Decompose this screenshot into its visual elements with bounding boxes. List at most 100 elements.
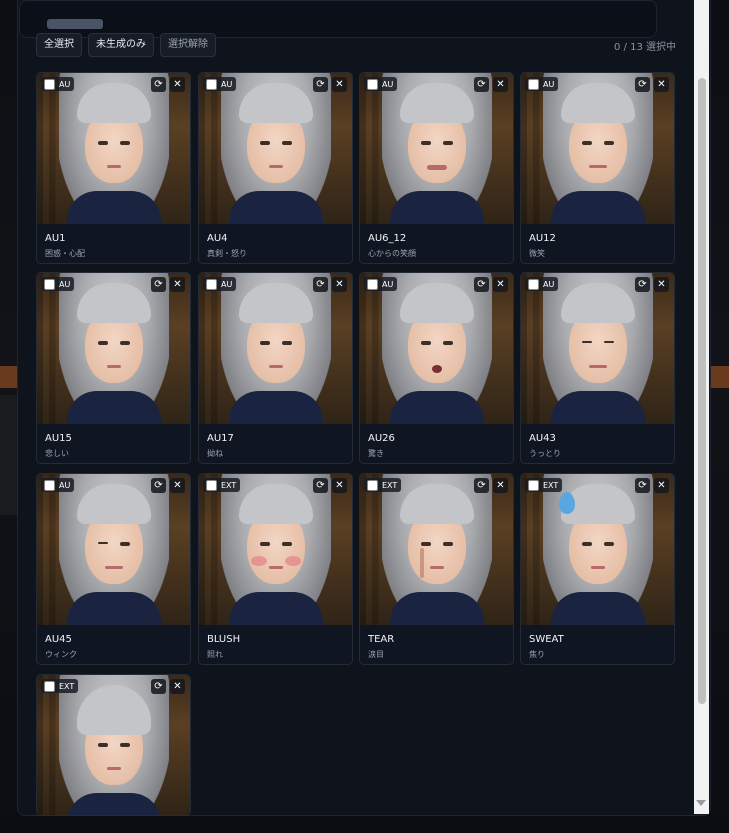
selection-toolbar: 全選択 未生成のみ 選択解除 0 / 13 選択中 [36, 33, 676, 57]
refresh-icon[interactable]: ⟳ [151, 77, 166, 92]
expression-card[interactable]: AU ⟳ ✕ AU17 拗ね [198, 272, 353, 464]
close-icon[interactable]: ✕ [493, 77, 508, 92]
expression-description: 照れ [207, 650, 223, 659]
close-icon[interactable]: ✕ [332, 277, 347, 292]
close-icon[interactable]: ✕ [654, 478, 669, 493]
checkbox-icon[interactable] [528, 78, 539, 90]
type-badge: EXT [59, 681, 75, 691]
select-checkbox[interactable]: EXT [203, 478, 241, 492]
expression-card[interactable]: EXT ⟳ ✕ [36, 674, 191, 816]
select-checkbox[interactable]: AU [525, 277, 559, 291]
checkbox-icon[interactable] [44, 680, 55, 692]
close-icon[interactable]: ✕ [654, 77, 669, 92]
expression-description: うっとり [529, 449, 561, 458]
select-all-button[interactable]: 全選択 [36, 33, 82, 57]
expression-card[interactable]: EXT ⟳ ✕ TEAR 涙目 [359, 473, 514, 665]
expression-card[interactable]: EXT ⟳ ✕ SWEAT 焦り [520, 473, 675, 665]
close-icon[interactable]: ✕ [654, 277, 669, 292]
select-checkbox[interactable]: AU [203, 77, 237, 91]
type-badge: AU [59, 79, 71, 89]
checkbox-icon[interactable] [206, 479, 217, 491]
close-icon[interactable]: ✕ [170, 478, 185, 493]
type-badge: EXT [221, 480, 237, 490]
refresh-icon[interactable]: ⟳ [151, 679, 166, 694]
expression-name: AU12 [529, 233, 556, 244]
type-badge: AU [382, 79, 394, 89]
expression-card[interactable]: AU ⟳ ✕ AU1 困惑・心配 [36, 72, 191, 264]
select-ungenerated-button[interactable]: 未生成のみ [88, 33, 154, 57]
checkbox-icon[interactable] [206, 278, 217, 290]
refresh-icon[interactable]: ⟳ [151, 277, 166, 292]
reference-thumbnail[interactable] [47, 19, 103, 29]
expression-card[interactable]: AU ⟳ ✕ AU43 うっとり [520, 272, 675, 464]
type-badge: AU [59, 480, 71, 490]
select-checkbox[interactable]: EXT [525, 478, 563, 492]
expression-image [360, 474, 513, 625]
refresh-icon[interactable]: ⟳ [635, 277, 650, 292]
refresh-icon[interactable]: ⟳ [313, 277, 328, 292]
refresh-icon[interactable]: ⟳ [474, 77, 489, 92]
expression-name: AU4 [207, 233, 228, 244]
select-checkbox[interactable]: AU [41, 478, 75, 492]
select-checkbox[interactable]: EXT [41, 679, 79, 693]
expression-image [360, 73, 513, 224]
close-icon[interactable]: ✕ [170, 77, 185, 92]
expression-name: AU26 [368, 433, 395, 444]
type-badge: AU [221, 79, 233, 89]
checkbox-icon[interactable] [44, 479, 55, 491]
refresh-icon[interactable]: ⟳ [151, 478, 166, 493]
checkbox-icon[interactable] [367, 278, 378, 290]
checkbox-icon[interactable] [44, 278, 55, 290]
checkbox-icon[interactable] [528, 278, 539, 290]
expression-name: TEAR [368, 634, 395, 645]
checkbox-icon[interactable] [367, 78, 378, 90]
select-checkbox[interactable]: AU [364, 77, 398, 91]
expression-card[interactable]: AU ⟳ ✕ AU45 ウィンク [36, 473, 191, 665]
expression-card[interactable]: EXT ⟳ ✕ BLUSH 照れ [198, 473, 353, 665]
close-icon[interactable]: ✕ [170, 679, 185, 694]
close-icon[interactable]: ✕ [493, 277, 508, 292]
expression-description: ウィンク [45, 650, 77, 659]
expression-description: 真剣・怒り [207, 249, 247, 258]
expression-name: BLUSH [207, 634, 241, 645]
select-checkbox[interactable]: AU [525, 77, 559, 91]
select-checkbox[interactable]: AU [41, 277, 75, 291]
select-checkbox[interactable]: AU [41, 77, 75, 91]
type-badge: AU [543, 79, 555, 89]
scroll-down-icon[interactable] [696, 800, 706, 806]
expression-card[interactable]: AU ⟳ ✕ AU6_12 心からの笑顔 [359, 72, 514, 264]
refresh-icon[interactable]: ⟳ [474, 478, 489, 493]
expression-image [37, 675, 190, 815]
expression-name: AU6_12 [368, 233, 407, 244]
checkbox-icon[interactable] [206, 78, 217, 90]
refresh-icon[interactable]: ⟳ [313, 77, 328, 92]
expression-card[interactable]: AU ⟳ ✕ AU12 微笑 [520, 72, 675, 264]
expression-name: AU17 [207, 433, 234, 444]
refresh-icon[interactable]: ⟳ [635, 77, 650, 92]
select-checkbox[interactable]: EXT [364, 478, 402, 492]
expression-description: 焦り [529, 650, 545, 659]
expression-card[interactable]: AU ⟳ ✕ AU4 真剣・怒り [198, 72, 353, 264]
expression-description: 驚き [368, 449, 384, 458]
refresh-icon[interactable]: ⟳ [474, 277, 489, 292]
refresh-icon[interactable]: ⟳ [635, 478, 650, 493]
close-icon[interactable]: ✕ [332, 77, 347, 92]
expression-image [360, 273, 513, 424]
close-icon[interactable]: ✕ [493, 478, 508, 493]
select-checkbox[interactable]: AU [364, 277, 398, 291]
expression-image [199, 73, 352, 224]
backdrop-accent-right [708, 366, 729, 388]
refresh-icon[interactable]: ⟳ [313, 478, 328, 493]
clear-selection-button[interactable]: 選択解除 [160, 33, 216, 57]
expression-card[interactable]: AU ⟳ ✕ AU26 驚き [359, 272, 514, 464]
select-checkbox[interactable]: AU [203, 277, 237, 291]
scrollbar-thumb[interactable] [698, 78, 706, 704]
close-icon[interactable]: ✕ [332, 478, 347, 493]
close-icon[interactable]: ✕ [170, 277, 185, 292]
expression-card[interactable]: AU ⟳ ✕ AU15 悲しい [36, 272, 191, 464]
expression-description: 拗ね [207, 449, 223, 458]
checkbox-icon[interactable] [528, 479, 539, 491]
checkbox-icon[interactable] [367, 479, 378, 491]
checkbox-icon[interactable] [44, 78, 55, 90]
type-badge: EXT [382, 480, 398, 490]
